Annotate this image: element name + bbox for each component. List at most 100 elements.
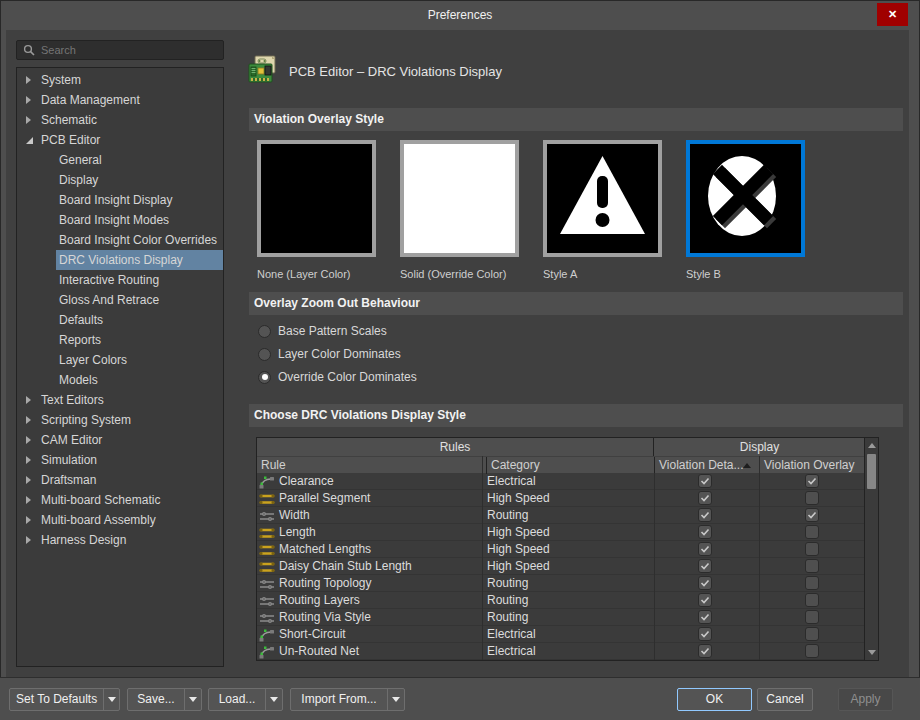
table-row-length[interactable]: LengthHigh Speed — [257, 524, 864, 541]
sidebar-item-cam-editor[interactable]: CAM Editor — [17, 430, 223, 450]
collapsed-arrow-icon[interactable] — [26, 476, 31, 484]
violation-overlay-checkbox[interactable] — [805, 542, 819, 556]
column-header-category[interactable]: Category — [486, 457, 651, 474]
violation-overlay-checkbox[interactable] — [805, 644, 819, 658]
violation-details-checkbox[interactable] — [698, 542, 712, 556]
sidebar-item-defaults[interactable]: Defaults — [17, 310, 223, 330]
sidebar-item-drc-violations-display[interactable]: DRC Violations Display — [17, 250, 223, 270]
sidebar-item-data-management[interactable]: Data Management — [17, 90, 223, 110]
search-input[interactable] — [41, 44, 211, 56]
table-row-routing-via-style[interactable]: Routing Via StyleRouting — [257, 609, 864, 626]
column-header-violation-details[interactable]: Violation Deta... — [654, 457, 759, 474]
table-row-parallel-segment[interactable]: Parallel SegmentHigh Speed — [257, 490, 864, 507]
violation-overlay-checkbox[interactable] — [805, 576, 819, 590]
dropdown-arrow-icon[interactable] — [184, 689, 201, 710]
collapsed-arrow-icon[interactable] — [26, 436, 31, 444]
radio-override-color-dominates[interactable]: Override Color Dominates — [258, 370, 417, 384]
violation-overlay-checkbox[interactable] — [805, 491, 819, 505]
violation-details-checkbox[interactable] — [698, 474, 712, 488]
violation-overlay-checkbox[interactable] — [805, 559, 819, 573]
table-row-width[interactable]: WidthRouting — [257, 507, 864, 524]
radio-button-icon[interactable] — [258, 348, 271, 361]
violation-overlay-checkbox[interactable] — [805, 508, 819, 522]
sidebar-item-general[interactable]: General — [17, 150, 223, 170]
violation-details-checkbox[interactable] — [698, 610, 712, 624]
column-header-rule[interactable]: Rule — [261, 457, 479, 474]
table-row-clearance[interactable]: ClearanceElectrical — [257, 473, 864, 490]
sidebar-item-layer-colors[interactable]: Layer Colors — [17, 350, 223, 370]
radio-layer-color-dominates[interactable]: Layer Color Dominates — [258, 347, 401, 361]
radio-base-pattern-scales[interactable]: Base Pattern Scales — [258, 324, 387, 338]
violation-overlay-checkbox[interactable] — [805, 474, 819, 488]
sidebar-item-board-insight-display[interactable]: Board Insight Display — [17, 190, 223, 210]
group-header-display[interactable]: Display — [655, 438, 864, 456]
group-header-rules[interactable]: Rules — [257, 438, 654, 456]
sidebar-item-draftsman[interactable]: Draftsman — [17, 470, 223, 490]
expanded-arrow-icon[interactable] — [26, 137, 33, 144]
violation-details-checkbox[interactable] — [698, 559, 712, 573]
violation-details-checkbox[interactable] — [698, 576, 712, 590]
save--button[interactable]: Save... — [127, 688, 202, 711]
table-row-routing-topology[interactable]: Routing TopologyRouting — [257, 575, 864, 592]
load--button[interactable]: Load... — [208, 688, 283, 711]
sidebar-item-harness-design[interactable]: Harness Design — [17, 530, 223, 550]
sidebar-item-board-insight-color-overrides[interactable]: Board Insight Color Overrides — [17, 230, 223, 250]
collapsed-arrow-icon[interactable] — [26, 516, 31, 524]
import-from--button[interactable]: Import From... — [290, 688, 405, 711]
violation-details-checkbox[interactable] — [698, 508, 712, 522]
violation-details-checkbox[interactable] — [698, 525, 712, 539]
sidebar-item-models[interactable]: Models — [17, 370, 223, 390]
sidebar-item-pcb-editor[interactable]: PCB Editor — [17, 130, 223, 150]
table-row-daisy-chain-stub-length[interactable]: Daisy Chain Stub LengthHigh Speed — [257, 558, 864, 575]
table-row-short-circuit[interactable]: Short-CircuitElectrical — [257, 626, 864, 643]
scroll-down-icon[interactable] — [868, 650, 876, 655]
ok-button[interactable]: OK — [677, 688, 752, 711]
dropdown-arrow-icon[interactable] — [265, 689, 282, 710]
cancel-button[interactable]: Cancel — [757, 688, 813, 711]
sidebar-item-schematic[interactable]: Schematic — [17, 110, 223, 130]
overlay-tile-style-a[interactable] — [543, 140, 662, 257]
collapsed-arrow-icon[interactable] — [26, 416, 31, 424]
collapsed-arrow-icon[interactable] — [26, 116, 31, 124]
scroll-up-icon[interactable] — [868, 443, 876, 448]
violation-details-checkbox[interactable] — [698, 491, 712, 505]
collapsed-arrow-icon[interactable] — [26, 76, 31, 84]
violation-details-checkbox[interactable] — [698, 627, 712, 641]
dropdown-arrow-icon[interactable] — [103, 689, 119, 710]
table-row-routing-layers[interactable]: Routing LayersRouting — [257, 592, 864, 609]
violation-overlay-checkbox[interactable] — [805, 610, 819, 624]
sidebar-item-text-editors[interactable]: Text Editors — [17, 390, 223, 410]
overlay-tile-style-b[interactable] — [686, 140, 805, 257]
table-row-un-routed-net[interactable]: Un-Routed NetElectrical — [257, 643, 864, 660]
sidebar-item-board-insight-modes[interactable]: Board Insight Modes — [17, 210, 223, 230]
scrollbar-thumb[interactable] — [867, 454, 876, 489]
collapsed-arrow-icon[interactable] — [26, 456, 31, 464]
table-scrollbar[interactable] — [864, 438, 878, 660]
collapsed-arrow-icon[interactable] — [26, 496, 31, 504]
radio-button-icon[interactable] — [258, 325, 271, 338]
overlay-tile-solid-override-color-[interactable] — [400, 140, 519, 257]
sidebar-item-system[interactable]: System — [17, 70, 223, 90]
violation-overlay-checkbox[interactable] — [805, 593, 819, 607]
sidebar-item-simulation[interactable]: Simulation — [17, 450, 223, 470]
close-button[interactable]: ✕ — [877, 3, 908, 26]
dropdown-arrow-icon[interactable] — [387, 689, 404, 710]
sidebar-item-multi-board-assembly[interactable]: Multi-board Assembly — [17, 510, 223, 530]
overlay-tile-none-layer-color-[interactable] — [257, 140, 376, 257]
violation-details-checkbox[interactable] — [698, 593, 712, 607]
sidebar-item-interactive-routing[interactable]: Interactive Routing — [17, 270, 223, 290]
violation-details-checkbox[interactable] — [698, 644, 712, 658]
sidebar-item-multi-board-schematic[interactable]: Multi-board Schematic — [17, 490, 223, 510]
apply-button[interactable]: Apply — [838, 688, 893, 711]
sidebar-item-scripting-system[interactable]: Scripting System — [17, 410, 223, 430]
collapsed-arrow-icon[interactable] — [26, 536, 31, 544]
search-box[interactable] — [16, 40, 224, 60]
table-row-matched-lengths[interactable]: Matched LengthsHigh Speed — [257, 541, 864, 558]
sidebar-item-reports[interactable]: Reports — [17, 330, 223, 350]
column-header-violation-overlay[interactable]: Violation Overlay — [759, 457, 864, 474]
violation-overlay-checkbox[interactable] — [805, 525, 819, 539]
set-to-defaults-button[interactable]: Set To Defaults — [9, 688, 120, 711]
violation-overlay-checkbox[interactable] — [805, 627, 819, 641]
collapsed-arrow-icon[interactable] — [26, 96, 31, 104]
sidebar-item-display[interactable]: Display — [17, 170, 223, 190]
